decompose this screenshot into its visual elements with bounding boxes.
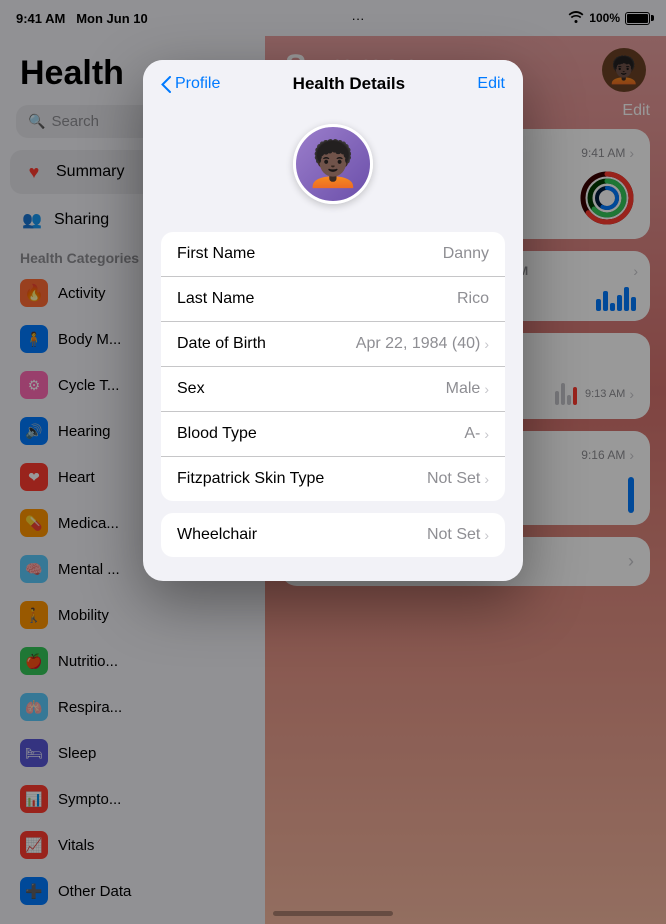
blood-type-row[interactable]: Blood Type A- › bbox=[161, 412, 505, 457]
first-name-label: First Name bbox=[177, 245, 255, 263]
first-name-row[interactable]: First Name Danny bbox=[161, 232, 505, 277]
sex-value-container: Male › bbox=[446, 380, 489, 398]
blood-type-chevron: › bbox=[484, 426, 489, 442]
modal-title: Health Details bbox=[293, 74, 405, 94]
last-name-label: Last Name bbox=[177, 290, 254, 308]
first-name-value-container: Danny bbox=[443, 245, 489, 263]
skin-type-label: Fitzpatrick Skin Type bbox=[177, 470, 324, 488]
skin-type-row[interactable]: Fitzpatrick Skin Type Not Set › bbox=[161, 457, 505, 501]
modal-avatar[interactable]: 🧑🏿‍🦱 bbox=[293, 124, 373, 204]
sex-chevron: › bbox=[484, 381, 489, 397]
first-name-value: Danny bbox=[443, 245, 489, 263]
avatar-emoji: 🧑🏿‍🦱 bbox=[306, 138, 361, 190]
dob-row[interactable]: Date of Birth Apr 22, 1984 (40) › bbox=[161, 322, 505, 367]
last-name-value-container: Rico bbox=[457, 290, 489, 308]
modal-back-label: Profile bbox=[175, 75, 220, 93]
modal-avatar-section: 🧑🏿‍🦱 bbox=[143, 104, 523, 232]
skin-type-value: Not Set bbox=[427, 470, 480, 488]
dob-value: Apr 22, 1984 (40) bbox=[356, 335, 481, 353]
last-name-row[interactable]: Last Name Rico bbox=[161, 277, 505, 322]
wheelchair-value: Not Set bbox=[427, 526, 480, 544]
wheelchair-value-container: Not Set › bbox=[427, 526, 489, 544]
modal-edit-button[interactable]: Edit bbox=[477, 75, 505, 93]
skin-type-chevron: › bbox=[484, 471, 489, 487]
modal-nav: Profile Health Details Edit bbox=[143, 60, 523, 104]
blood-type-value-container: A- › bbox=[464, 425, 489, 443]
sex-value: Male bbox=[446, 380, 481, 398]
modal-form-section2: Wheelchair Not Set › bbox=[161, 513, 505, 557]
modal-back-button[interactable]: Profile bbox=[161, 75, 220, 93]
wheelchair-chevron: › bbox=[484, 527, 489, 543]
modal-overlay: Profile Health Details Edit 🧑🏿‍🦱 First N… bbox=[0, 0, 666, 924]
health-details-modal: Profile Health Details Edit 🧑🏿‍🦱 First N… bbox=[143, 60, 523, 581]
sex-label: Sex bbox=[177, 380, 205, 398]
wheelchair-row[interactable]: Wheelchair Not Set › bbox=[161, 513, 505, 557]
dob-chevron: › bbox=[484, 336, 489, 352]
last-name-value: Rico bbox=[457, 290, 489, 308]
wheelchair-label: Wheelchair bbox=[177, 526, 257, 544]
skin-type-value-container: Not Set › bbox=[427, 470, 489, 488]
home-indicator bbox=[273, 911, 393, 916]
dob-value-container: Apr 22, 1984 (40) › bbox=[356, 335, 489, 353]
blood-type-value: A- bbox=[464, 425, 480, 443]
dob-label: Date of Birth bbox=[177, 335, 266, 353]
modal-form-section1: First Name Danny Last Name Rico Date of … bbox=[161, 232, 505, 501]
sex-row[interactable]: Sex Male › bbox=[161, 367, 505, 412]
blood-type-label: Blood Type bbox=[177, 425, 257, 443]
